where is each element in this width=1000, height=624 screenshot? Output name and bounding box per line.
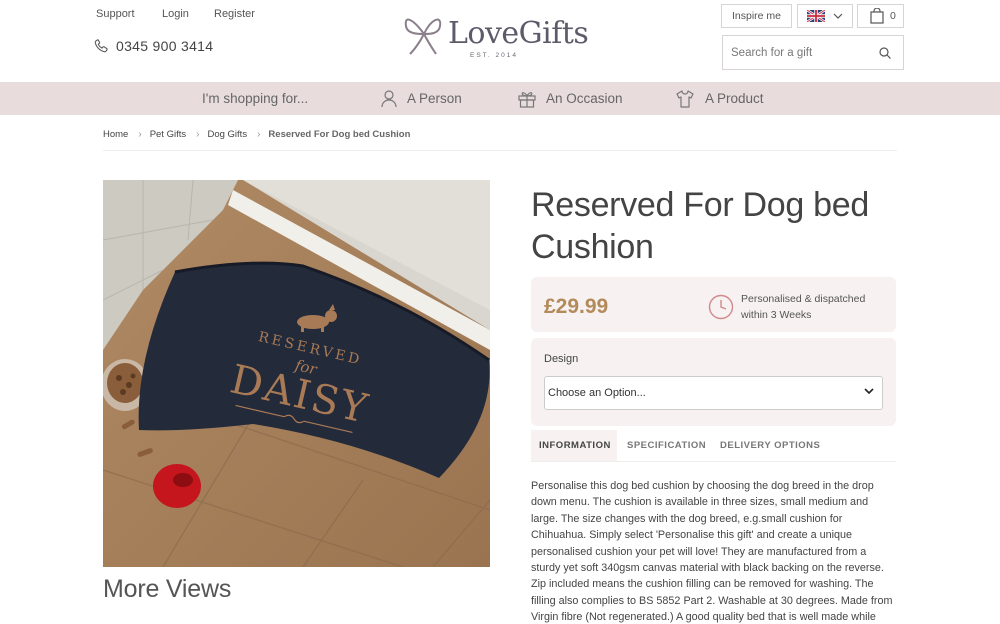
design-label: Design <box>544 353 579 365</box>
divider <box>103 150 897 151</box>
tab-delivery-options[interactable]: DELIVERY OPTIONS <box>720 430 820 461</box>
phone-number: 0345 900 3414 <box>116 37 214 54</box>
site-logo[interactable]: LoveGifts EST. 2014 <box>400 10 600 62</box>
price-panel: £29.99 Personalised & dispatched within … <box>531 277 896 332</box>
nav-item-label: A Product <box>705 91 764 106</box>
design-select[interactable]: Choose an Option... <box>544 376 883 410</box>
nav-item-label: A Person <box>407 91 462 106</box>
product-title: Reserved For Dog bed Cushion <box>531 186 869 266</box>
design-selected-value: Choose an Option... <box>548 387 646 399</box>
phone-contact[interactable]: 0345 900 3414 <box>93 37 213 54</box>
shopping-nav-bar: I'm shopping for... A Person An Occasion… <box>0 82 1000 115</box>
support-link[interactable]: Support <box>96 8 162 20</box>
phone-icon <box>94 39 108 53</box>
shirt-icon <box>676 89 694 108</box>
chevron-down-icon <box>833 13 843 19</box>
breadcrumb-separator: › <box>196 129 200 140</box>
design-panel: Design Choose an Option... <box>531 338 896 426</box>
top-links: Support Login Register <box>96 8 255 20</box>
breadcrumb-current: Reserved For Dog bed Cushion <box>268 129 411 140</box>
product-tabs: INFORMATION SPECIFICATION DELIVERY OPTIO… <box>531 430 896 462</box>
breadcrumb-dog-gifts[interactable]: Dog Gifts <box>207 129 247 140</box>
tab-specification[interactable]: SPECIFICATION <box>627 430 706 461</box>
chevron-down-icon <box>864 388 874 395</box>
nav-item-product[interactable]: A Product <box>675 82 764 115</box>
breadcrumb: Home › Pet Gifts › Dog Gifts › Reserved … <box>103 129 410 140</box>
shopping-bag-icon <box>870 8 884 24</box>
clock-icon <box>708 294 734 320</box>
currency-selector[interactable] <box>797 4 853 28</box>
nav-item-label: An Occasion <box>546 91 623 106</box>
search-input[interactable] <box>731 46 871 59</box>
search-icon[interactable] <box>879 47 891 59</box>
tab-information[interactable]: INFORMATION <box>531 430 617 461</box>
breadcrumb-pet-gifts[interactable]: Pet Gifts <box>150 129 186 140</box>
nav-item-person[interactable]: A Person <box>381 82 462 115</box>
uk-flag-icon <box>807 10 825 22</box>
nav-lead-text: I'm shopping for... <box>202 91 309 106</box>
more-views-heading: More Views <box>103 575 232 603</box>
product-description: Personalise this dog bed cushion by choo… <box>531 480 893 624</box>
register-link[interactable]: Register <box>214 8 255 20</box>
product-main-image[interactable]: RESERVED for DAISY <box>103 180 490 567</box>
breadcrumb-home[interactable]: Home <box>103 129 128 140</box>
breadcrumb-separator: › <box>257 129 261 140</box>
login-link[interactable]: Login <box>162 8 214 20</box>
product-price: £29.99 <box>544 295 609 318</box>
inspire-me-button[interactable]: Inspire me <box>721 4 792 28</box>
cart-count: 0 <box>890 10 896 22</box>
breadcrumb-separator: › <box>138 129 142 140</box>
nav-item-occasion[interactable]: An Occasion <box>518 82 623 115</box>
gift-icon <box>518 91 536 108</box>
dispatch-info: Personalised & dispatched within 3 Weeks <box>741 293 866 321</box>
person-icon <box>381 89 397 107</box>
cart-button[interactable]: 0 <box>857 4 904 28</box>
logo-wordmark: LoveGifts <box>448 16 589 51</box>
logo-est: EST. 2014 <box>470 52 518 59</box>
bow-logo-icon <box>404 18 442 55</box>
search-box <box>722 35 904 70</box>
